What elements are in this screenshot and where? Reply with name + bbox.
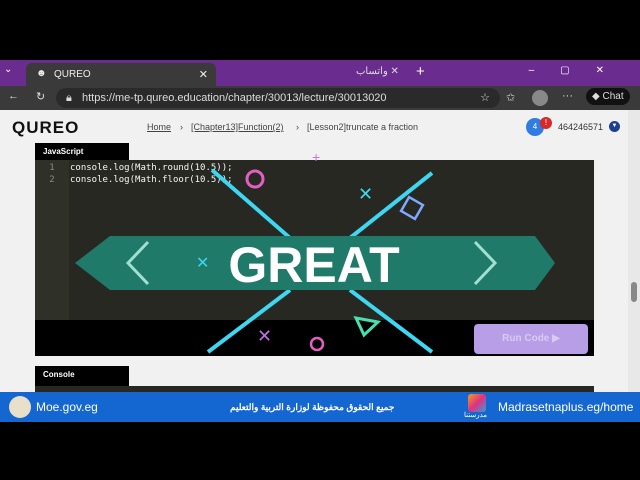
chat-label: Chat <box>602 91 624 102</box>
scrollbar[interactable] <box>628 110 640 392</box>
new-tab-button[interactable]: + <box>416 63 425 80</box>
tab-whatsapp[interactable]: واتساب ✕ <box>356 66 399 77</box>
back-icon[interactable]: ← <box>8 90 19 102</box>
moe-link[interactable]: Moe.gov.eg <box>36 400 98 414</box>
lock-icon: 🔒︎ <box>66 92 72 104</box>
plus-shape: + <box>312 149 320 165</box>
reload-icon[interactable]: ↻ <box>36 90 45 103</box>
chat-button[interactable]: ◆ Chat <box>586 88 630 105</box>
madrasetna-link[interactable]: Madrasetnaplus.eg/home <box>498 400 633 414</box>
madrasetna-logo-text: مدرستنا <box>464 412 488 419</box>
footer-banner: Moe.gov.eg جميع الحقوق محفوظة لوزارة الت… <box>0 392 640 422</box>
url-input[interactable]: 🔒︎ https://me-tp.qureo.education/chapter/… <box>56 88 500 108</box>
tab-qureo[interactable]: ☻ QUREO ✕ <box>26 63 216 86</box>
favorite-icon[interactable]: ☆ <box>480 91 490 104</box>
ray <box>348 288 434 354</box>
great-text: GREAT <box>228 237 399 293</box>
triangle-shape <box>353 316 382 338</box>
ministry-seal-icon <box>9 396 31 418</box>
address-bar-row: ← ↻ 🔒︎ https://me-tp.qureo.education/chap… <box>0 86 640 110</box>
great-overlay: GREAT ✕ ✕ ✕ + <box>75 149 555 354</box>
close-tab-icon[interactable]: ✕ <box>199 68 208 81</box>
tab-title: QUREO <box>54 69 91 80</box>
ray <box>210 168 292 240</box>
page-content: QUREO Home › [Chapter13]Function(2) › [L… <box>0 110 628 392</box>
tab-title: واتساب <box>356 66 388 77</box>
console-tab: Console <box>35 366 129 386</box>
madrasetna-logo <box>468 394 486 412</box>
ray <box>206 288 292 354</box>
cross-shape: ✕ <box>257 326 272 346</box>
diamond-shape <box>399 195 425 221</box>
window-controls[interactable]: –▢✕ <box>529 65 630 76</box>
ray <box>348 171 434 240</box>
tab-bar: ⌄ ☻ QUREO ✕ واتساب ✕ + –▢✕ <box>0 60 640 86</box>
favorites-icon[interactable]: ✩ <box>506 91 515 104</box>
more-icon[interactable]: ··· <box>562 90 573 102</box>
cross-shape: ✕ <box>196 255 209 272</box>
tab-list-button[interactable]: ⌄ <box>4 64 12 75</box>
favicon-icon: ☻ <box>36 68 47 79</box>
circle-shape <box>309 336 325 352</box>
cross-shape: ✕ <box>358 184 373 204</box>
profile-avatar[interactable] <box>532 90 548 106</box>
circle-shape <box>245 169 265 189</box>
url-text: https://me-tp.qureo.education/chapter/30… <box>82 92 387 104</box>
copyright-text: جميع الحقوق محفوظة لوزارة التربية والتعل… <box>230 402 395 412</box>
